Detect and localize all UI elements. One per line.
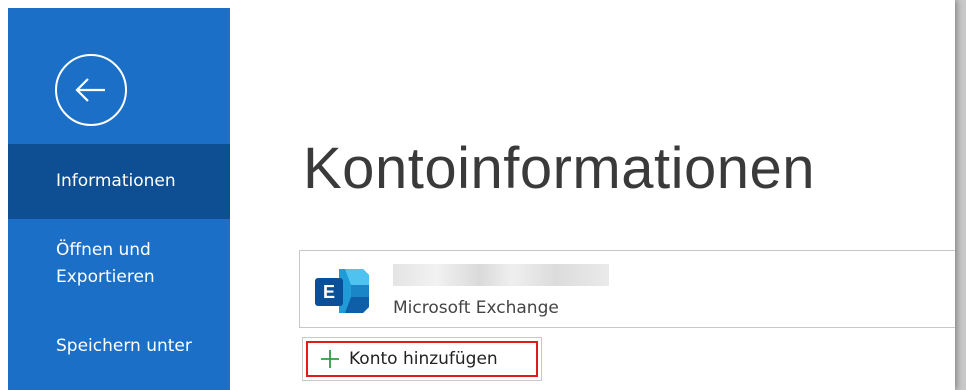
account-name-redacted (393, 264, 609, 286)
backstage-sidebar: Informationen Öffnen und Exportieren Spe… (8, 8, 230, 390)
sidebar-item-label: Speichern unter (56, 336, 192, 356)
account-type-label: Microsoft Exchange (393, 298, 559, 318)
back-arrow-icon (75, 78, 105, 102)
sidebar-item-informationen[interactable]: Informationen (8, 144, 230, 219)
page-title: Kontoinformationen (303, 136, 815, 201)
sidebar-item-label: Informationen (56, 171, 176, 191)
sidebar-item-speichern-unter[interactable]: Speichern unter (8, 333, 230, 360)
svg-text:E: E (323, 282, 335, 302)
add-account-button[interactable]: Konto hinzufügen (302, 337, 542, 381)
sidebar-item-oeffnen-exportieren[interactable]: Öffnen und Exportieren (8, 237, 230, 291)
account-selector[interactable]: E Microsoft Exchange (299, 250, 955, 328)
outlook-backstage: Informationen Öffnen und Exportieren Spe… (0, 0, 955, 390)
plus-icon (321, 350, 339, 368)
highlight-box: Konto hinzufügen (306, 341, 538, 377)
sidebar-item-label: Öffnen und Exportieren (56, 240, 155, 287)
back-button[interactable] (55, 54, 127, 126)
exchange-logo-icon: E (315, 269, 369, 313)
add-account-label: Konto hinzufügen (349, 349, 498, 369)
